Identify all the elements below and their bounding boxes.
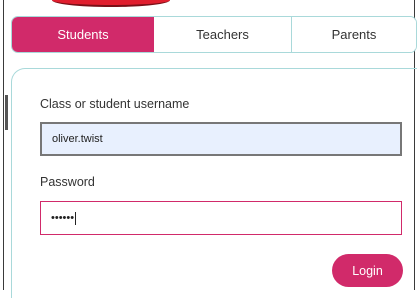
tab-parents[interactable]: Parents [292, 17, 416, 52]
role-tabs: Students Teachers Parents [11, 16, 417, 53]
username-field[interactable]: oliver.twist [40, 122, 402, 156]
password-label: Password [40, 175, 95, 189]
side-marker [5, 95, 8, 130]
username-label: Class or student username [40, 97, 190, 111]
text-caret [75, 211, 77, 225]
username-value: oliver.twist [52, 133, 103, 145]
password-value: •••••• [51, 212, 75, 224]
password-field[interactable]: •••••• [40, 201, 402, 235]
login-button[interactable]: Login [332, 254, 403, 287]
tab-students[interactable]: Students [12, 17, 154, 52]
tab-teachers[interactable]: Teachers [154, 17, 292, 52]
